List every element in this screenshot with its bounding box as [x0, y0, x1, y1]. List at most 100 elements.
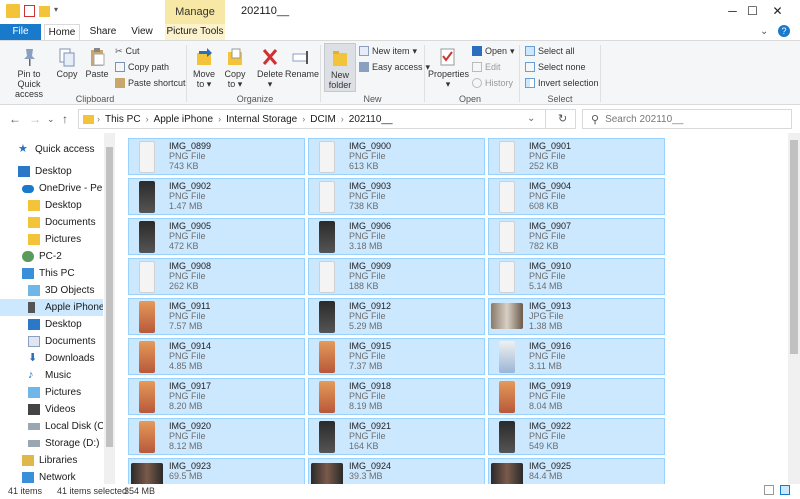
copy-button[interactable]: Copy — [55, 47, 79, 79]
nav-item-downloads[interactable]: ⬇ Downloads — [0, 350, 103, 367]
easy-access-button[interactable]: Easy access ▾ — [359, 62, 430, 72]
paste-shortcut-button[interactable]: Paste shortcut — [115, 78, 186, 88]
address-dropdown-icon[interactable]: ⌄ — [527, 113, 535, 124]
tab-file[interactable]: File — [0, 24, 41, 40]
file-tile[interactable]: IMG_0922 PNG File 549 KB — [488, 418, 665, 455]
file-tile[interactable]: IMG_0912 PNG File 5.29 MB — [308, 298, 485, 335]
edit-button[interactable]: Edit — [472, 62, 501, 72]
content-scrollbar-thumb[interactable] — [790, 140, 798, 354]
new-folder-icon[interactable] — [39, 5, 50, 17]
up-arrow-icon[interactable]: ↑ — [62, 112, 68, 126]
file-thumbnail — [491, 463, 523, 484]
file-tile[interactable]: IMG_0910 PNG File 5.14 MB — [488, 258, 665, 295]
file-tile[interactable]: IMG_0909 PNG File 188 KB — [308, 258, 485, 295]
nav-item-this-pc[interactable]: This PC — [0, 265, 103, 282]
tab-view[interactable]: View — [127, 24, 157, 40]
nav-item-pc-2[interactable]: PC-2 — [0, 248, 103, 265]
nav-item-desktop[interactable]: Desktop — [0, 163, 103, 180]
nav-item-onedrive-desktop[interactable]: Desktop — [0, 197, 103, 214]
file-tile[interactable]: IMG_0906 PNG File 3.18 MB — [308, 218, 485, 255]
nav-item-documents[interactable]: Documents — [0, 333, 103, 350]
invert-selection-button[interactable]: Invert selection — [525, 78, 599, 88]
customize-toolbar-icon[interactable]: ▾ — [54, 4, 62, 18]
breadcrumb-internal-storage[interactable]: Internal Storage — [226, 114, 297, 125]
open-button[interactable]: Open ▾ — [472, 46, 515, 56]
file-tile[interactable]: IMG_0900 PNG File 613 KB — [308, 138, 485, 175]
breadcrumb-current-folder[interactable]: 202110__ — [349, 114, 393, 125]
file-tile[interactable]: IMG_0911 PNG File 7.57 MB — [128, 298, 305, 335]
file-tile[interactable]: IMG_0914 PNG File 4.85 MB — [128, 338, 305, 375]
file-tile[interactable]: IMG_0907 PNG File 782 KB — [488, 218, 665, 255]
file-tile[interactable]: IMG_0917 PNG File 8.20 MB — [128, 378, 305, 415]
file-tile[interactable]: IMG_0919 PNG File 8.04 MB — [488, 378, 665, 415]
file-tile[interactable]: IMG_0903 PNG File 738 KB — [308, 178, 485, 215]
address-bar[interactable]: › This PC › Apple iPhone › Internal Stor… — [78, 109, 576, 129]
close-button[interactable]: ✕ — [755, 0, 800, 24]
file-tile[interactable]: IMG_0899 PNG File 743 KB — [128, 138, 305, 175]
new-item-button[interactable]: New item ▾ — [359, 46, 417, 56]
breadcrumb-apple-iphone[interactable]: Apple iPhone — [154, 114, 214, 125]
file-tile[interactable]: IMG_0921 PNG File 164 KB — [308, 418, 485, 455]
move-to-button[interactable]: Move to ▾ — [190, 47, 218, 89]
file-size: 1.47 MB — [169, 201, 203, 211]
select-all-button[interactable]: Select all — [525, 46, 575, 56]
large-icons-view-icon[interactable] — [780, 485, 790, 495]
nav-item-quick-access[interactable]: ★ Quick access — [0, 141, 103, 158]
ribbon-collapse-icon[interactable]: ⌄ — [760, 26, 768, 37]
pin-quick-access-button[interactable]: Pin to Quick access — [5, 47, 53, 99]
file-tile[interactable]: IMG_0901 PNG File 252 KB — [488, 138, 665, 175]
nav-item-onedrive-pictures[interactable]: Pictures — [0, 231, 103, 248]
help-icon[interactable]: ? — [778, 25, 790, 37]
nav-item-music[interactable]: ♪ Music — [0, 367, 103, 384]
file-tile[interactable]: IMG_0918 PNG File 8.19 MB — [308, 378, 485, 415]
file-tile[interactable]: IMG_0902 PNG File 1.47 MB — [128, 178, 305, 215]
file-tile[interactable]: IMG_0920 PNG File 8.12 MB — [128, 418, 305, 455]
properties-check-icon[interactable] — [24, 5, 35, 17]
recent-chevron-icon[interactable]: ⌄ — [47, 114, 55, 125]
details-view-icon[interactable] — [764, 485, 774, 495]
back-arrow-icon[interactable]: ← — [9, 112, 21, 126]
cut-button[interactable]: ✂ Cut — [115, 46, 140, 56]
nav-item-desktop-2[interactable]: Desktop — [0, 316, 103, 333]
file-tile[interactable]: IMG_0904 PNG File 608 KB — [488, 178, 665, 215]
new-folder-button[interactable]: New folder — [324, 43, 356, 92]
tab-share[interactable]: Share — [86, 24, 120, 40]
nav-item-libraries[interactable]: Libraries — [0, 452, 103, 469]
file-tile[interactable]: IMG_0905 PNG File 472 KB — [128, 218, 305, 255]
nav-item-3d-objects[interactable]: 3D Objects — [0, 282, 103, 299]
history-button[interactable]: History — [472, 78, 513, 88]
forward-arrow-icon[interactable]: → — [29, 112, 41, 126]
rename-button[interactable]: Rename — [285, 47, 319, 79]
file-tile[interactable]: IMG_0925 84.4 MB — [488, 458, 665, 484]
file-tile[interactable]: IMG_0924 39.3 MB — [308, 458, 485, 484]
delete-button[interactable]: Delete ▾ — [255, 47, 285, 89]
group-divider — [519, 45, 520, 102]
nav-item-videos[interactable]: Videos — [0, 401, 103, 418]
properties-button[interactable]: Properties ▾ — [428, 47, 469, 89]
nav-item-network[interactable]: Network — [0, 469, 103, 484]
refresh-icon[interactable]: ↻ — [558, 112, 567, 125]
copy-to-button[interactable]: Copy to ▾ — [221, 47, 249, 89]
file-tile[interactable]: IMG_0908 PNG File 262 KB — [128, 258, 305, 295]
paste-button[interactable]: Paste — [84, 47, 110, 79]
tab-picture-tools[interactable]: Picture Tools — [165, 24, 225, 40]
nav-item-storage-d[interactable]: Storage (D:) — [0, 435, 103, 452]
nav-item-onedrive-documents[interactable]: Documents — [0, 214, 103, 231]
select-group-title: Select — [547, 94, 573, 104]
breadcrumb-this-pc[interactable]: This PC — [105, 114, 141, 125]
breadcrumb-dcim[interactable]: DCIM — [310, 114, 336, 125]
file-tile[interactable]: IMG_0916 PNG File 3.11 MB — [488, 338, 665, 375]
select-none-button[interactable]: Select none — [525, 62, 586, 72]
nav-scrollbar-thumb[interactable] — [106, 147, 113, 447]
nav-item-pictures[interactable]: Pictures — [0, 384, 103, 401]
file-tile[interactable]: IMG_0913 JPG File 1.38 MB — [488, 298, 665, 335]
copy-path-button[interactable]: Copy path — [115, 62, 169, 72]
file-tile[interactable]: IMG_0923 69.5 MB — [128, 458, 305, 484]
nav-item-apple-iphone[interactable]: Apple iPhone — [0, 299, 103, 316]
tab-home[interactable]: Home — [44, 24, 80, 40]
search-input[interactable]: ⚲ Search 202110__ — [582, 109, 792, 129]
file-tile[interactable]: IMG_0915 PNG File 7.37 MB — [308, 338, 485, 375]
file-name: IMG_0920 — [169, 421, 212, 431]
nav-item-local-disk-c[interactable]: Local Disk (C:) — [0, 418, 103, 435]
nav-item-onedrive[interactable]: OneDrive - Person — [0, 180, 103, 197]
